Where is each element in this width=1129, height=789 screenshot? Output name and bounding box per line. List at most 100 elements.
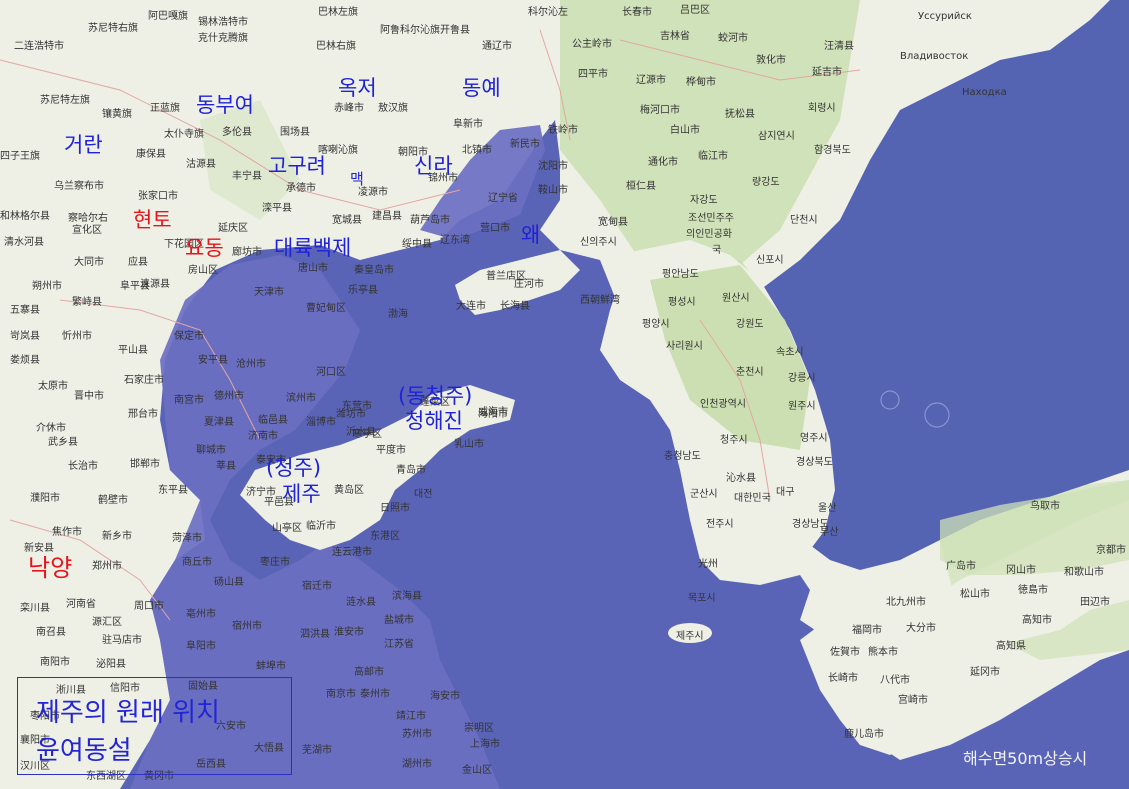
place-label: 울산 [818,503,837,514]
place-label: 砀山县 [214,577,244,588]
place-label: 沧州市 [236,359,266,370]
sea-level-note: 해수면50m상승시 [963,749,1088,768]
place-label: 秦皇岛市 [354,265,394,276]
place-label: 庄河市 [514,279,544,290]
place-label: 蚌埠市 [256,661,286,672]
place-label: 焦作市 [52,527,82,538]
place-label: 량강도 [752,177,780,188]
place-label: 자강도 [690,195,718,206]
place-label: 사리원시 [666,341,703,352]
place-label: 熊本市 [868,647,898,658]
place-label: 忻州市 [62,331,92,342]
place-label: 承德市 [286,183,316,194]
place-label: 山亭区 [272,523,302,534]
place-label: 黄岛区 [334,485,364,496]
place-label: 渤海 [388,309,408,320]
place-label: 光州 [698,559,718,570]
place-label: 冈山市 [1006,565,1036,576]
place-label: 高知県 [996,641,1026,652]
place-label: 公主岭市 [572,39,612,50]
place-label: 滦平县 [262,203,292,214]
place-label: 吕巴区 [680,5,710,16]
place-label: 阿巴嘎旗 [148,11,188,22]
place-label: 亳州市 [186,609,216,620]
place-label: 新民市 [510,139,540,150]
place-label: 河口区 [316,367,346,378]
place-label: 南宫市 [174,395,204,406]
map-canvas[interactable]: 阿巴嘎旗 锡林浩特市 巴林左旗 科尔沁左 长春市 吕巴区 苏尼特右旗 克什克腾旗 巴林右旗 阿鲁科… [0,0,1129,789]
place-label: 제주시 [676,631,704,642]
place-label: 南阳市 [40,657,70,668]
map-base-layer [0,0,1129,789]
place-label: 日照市 [380,503,410,514]
place-label: 회령시 [808,103,836,114]
place-label: 科尔沁左 [528,7,568,18]
place-label: 田辺市 [1080,597,1110,608]
place-label: 국 [712,245,722,256]
region-label-okjeo: 옥저 [338,76,377,100]
place-label: 乌兰察布市 [54,181,104,192]
place-label: 大同市 [74,257,104,268]
place-label: 鞍山市 [538,185,568,196]
place-label: 宣化区 [72,225,102,236]
place-label: 营口市 [480,223,510,234]
place-label: 巴林右旗 [316,41,356,52]
place-label: 应县 [128,257,148,268]
place-label: 察哈尔右 [68,213,108,224]
place-label: 赤峰市 [334,103,364,114]
region-label-hyeonto: 현토 [133,208,172,232]
place-label: 江苏省 [384,639,414,650]
place-label: 平山县 [118,345,148,356]
place-label: 长崎市 [828,673,858,684]
place-label: 阜新市 [453,119,483,130]
place-label: 乐亭县 [348,285,378,296]
place-label: 铁岭市 [548,125,578,136]
place-label: 白山市 [670,125,700,136]
place-label: 梅河口市 [640,105,680,116]
region-label-jeju: 제주 [282,482,321,506]
place-label: 克什克腾旗 [198,33,248,44]
place-label: 繁峙县 [72,297,102,308]
place-label: 保定市 [174,331,204,342]
place-label: 青岛市 [396,465,426,476]
place-label: 高知市 [1022,615,1052,626]
place-label: 张家口市 [138,191,178,202]
place-label: 靖江市 [396,711,426,722]
place-label: 新乡市 [102,531,132,542]
place-label: 敖汉旗 [378,103,408,114]
place-label: 北九州市 [886,597,926,608]
place-label: 조선민주주 [688,213,734,224]
place-label: 阜平县 [120,281,150,292]
place-label: 泰州市 [360,689,390,700]
place-label: 济南市 [248,431,278,442]
place-label: 临沂市 [306,521,336,532]
place-label: 崇明区 [464,723,494,734]
place-label: 강원도 [736,319,764,330]
region-label-goguryeo: 고구려 [268,154,326,178]
place-label: 苏尼特右旗 [88,23,138,34]
place-label: 南召县 [36,627,66,638]
region-label-daeryukbaekje: 대륙백제 [274,236,352,260]
place-label: 邢台市 [128,409,158,420]
place-label: 唐山市 [298,263,328,274]
region-label-cheongju: (청주) [266,456,322,480]
place-label: 濮阳市 [30,493,60,504]
place-label: 함경북도 [814,145,851,156]
place-label: 丰宁县 [232,171,262,182]
place-label: 海阳市 [478,409,508,420]
place-label: 镶黄旗 [102,109,132,120]
place-label: 敦化市 [756,55,786,66]
place-label: 원주시 [788,401,816,412]
place-label: 大分市 [906,623,936,634]
place-label: 岢岚县 [10,331,40,342]
place-label: 康保县 [136,149,166,160]
place-label: 太仆寺旗 [164,129,204,140]
place-label: 전주시 [706,519,734,530]
region-label-maek: 맥 [350,170,364,188]
place-label: 宽城县 [332,215,362,226]
place-label: 宫崎市 [898,695,928,706]
place-label: 원산시 [722,293,750,304]
place-label: 의인민공화 [686,229,732,240]
place-label: 沽源县 [186,159,216,170]
place-label: 武乡县 [48,437,78,448]
